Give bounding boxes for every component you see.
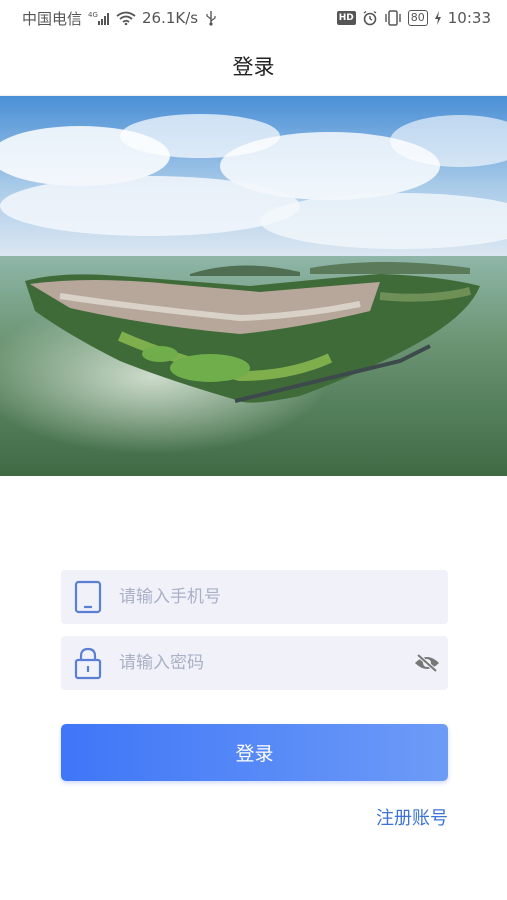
battery-level: 80 xyxy=(410,11,425,24)
status-right: HD 80 10:33 xyxy=(336,9,491,27)
signal-icon: 4G xyxy=(88,11,110,25)
register-link[interactable]: 注册账号 xyxy=(376,804,448,830)
hd-icon: HD xyxy=(336,11,356,25)
status-bar: 中国电信 4G 26.1K/s HD 80 10:33 xyxy=(0,0,507,36)
alarm-icon xyxy=(362,10,378,26)
clock: 10:33 xyxy=(447,9,491,27)
battery-icon: 80 xyxy=(407,10,428,26)
tablet-icon xyxy=(67,577,109,617)
vibrate-icon xyxy=(384,10,402,26)
carrier-label: 中国电信 xyxy=(22,9,83,28)
phone-field[interactable] xyxy=(61,570,448,624)
charging-icon xyxy=(434,11,442,25)
svg-text:4G: 4G xyxy=(88,11,98,19)
eye-off-icon[interactable] xyxy=(410,646,444,680)
wifi-icon xyxy=(116,11,136,25)
title-bar: 登录 xyxy=(0,36,507,96)
password-input[interactable] xyxy=(117,652,410,674)
hero-illustration xyxy=(0,96,507,476)
page-title: 登录 xyxy=(232,54,275,79)
usb-icon xyxy=(204,10,218,26)
login-button[interactable]: 登录 xyxy=(61,724,448,781)
phone-input[interactable] xyxy=(117,586,448,608)
status-left: 中国电信 4G 26.1K/s xyxy=(22,8,218,29)
hero-image xyxy=(0,96,507,476)
network-speed: 26.1K/s xyxy=(142,9,199,27)
password-field[interactable] xyxy=(61,636,448,690)
lock-icon xyxy=(67,643,109,683)
